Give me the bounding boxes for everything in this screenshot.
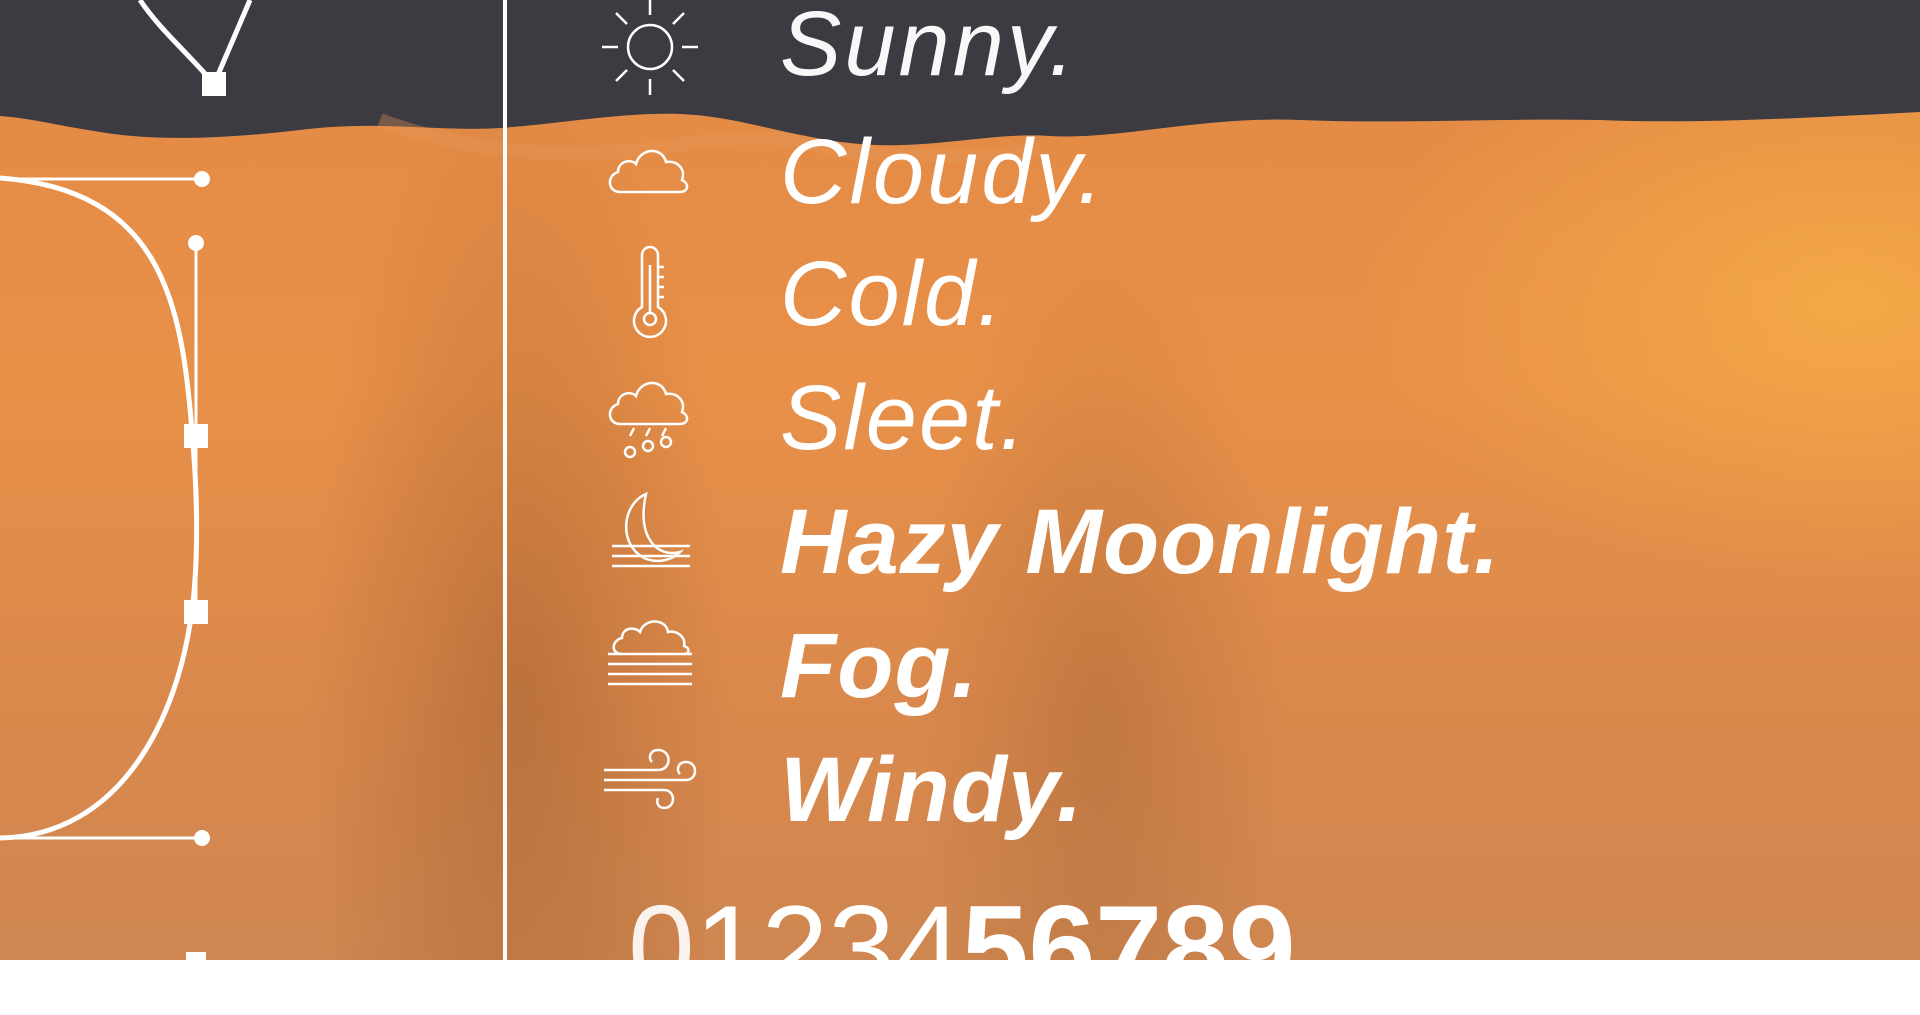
fog-icon: [608, 620, 692, 686]
weight-label-fog: Fog.: [780, 615, 979, 717]
numeral-9: 9: [1228, 881, 1296, 1015]
numeral-5: 5: [961, 881, 1029, 1015]
numeral-3: 3: [828, 881, 895, 1015]
hazy-moon-icon: [612, 491, 690, 568]
numeral-6: 6: [1028, 881, 1096, 1015]
letterform-bezier-glyph: [0, 0, 253, 960]
vertical-divider: [503, 0, 507, 960]
numeral-4: 4: [895, 881, 962, 1015]
numeral-0: 0: [628, 881, 695, 1015]
weight-label-sleet: Sleet.: [780, 367, 1028, 469]
weight-label-hazy-moonlight: Hazy Moonlight.: [780, 491, 1501, 593]
numeral-8: 8: [1162, 881, 1229, 1015]
weight-label-cold: Cold.: [780, 243, 1005, 345]
cloud-icon: [608, 149, 689, 194]
numerals-row: 0123456789: [628, 888, 1296, 1008]
weight-label-sunny: Sunny.: [780, 0, 1078, 95]
numeral-2: 2: [761, 881, 829, 1015]
wind-icon: [604, 748, 697, 810]
thermometer-icon: [632, 245, 668, 339]
numeral-7: 7: [1095, 881, 1162, 1015]
numeral-1: 1: [694, 881, 762, 1015]
sleet-icon: [608, 381, 689, 459]
weight-label-cloudy: Cloudy.: [780, 121, 1107, 223]
weight-label-windy: Windy.: [780, 739, 1084, 841]
sun-icon: [602, 0, 698, 95]
